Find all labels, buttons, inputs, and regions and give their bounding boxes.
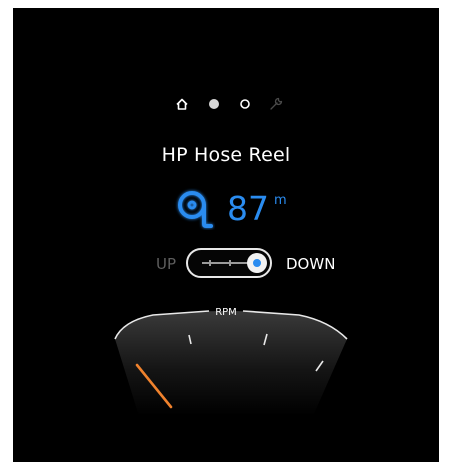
direction-down-label[interactable]: DOWN [286,255,335,273]
hose-reel-icon [178,191,213,228]
toggle-tick [208,258,212,268]
rpm-gauge: RPM [114,307,348,416]
rpm-label: RPM [215,307,237,318]
hose-length-unit: m [274,193,287,208]
toggle-knob[interactable] [247,253,267,273]
direction-up-label[interactable]: UP [156,255,176,273]
page-title: HP Hose Reel [161,144,291,166]
wrench-icon[interactable] [269,97,283,111]
page-indicators [175,97,291,111]
dot-outline-icon[interactable] [238,97,252,111]
hose-length-value: 87 [227,189,269,228]
app-screen: HP Hose Reel 87 m UP DOWN RPM [13,8,439,462]
toggle-tick [228,258,232,268]
home-icon[interactable] [175,97,189,111]
dot-filled-icon[interactable] [207,97,221,111]
gauge-body [115,311,347,416]
direction-toggle[interactable] [186,248,272,278]
